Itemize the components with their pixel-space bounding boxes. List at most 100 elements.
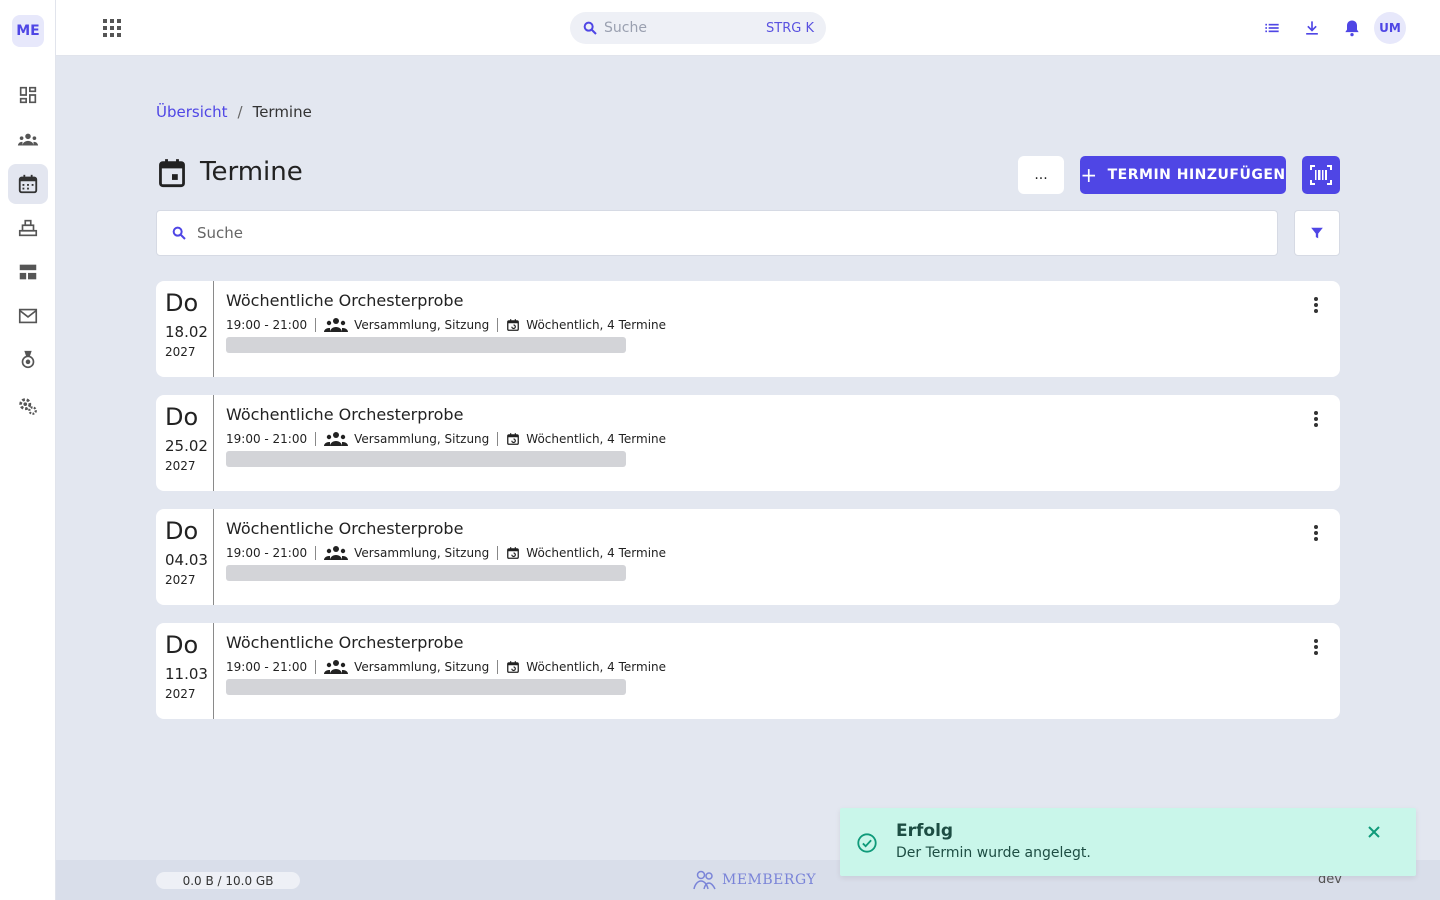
brand-name: MEMBERGY	[722, 872, 817, 888]
check-circle-icon	[857, 833, 877, 853]
table-icon	[19, 264, 37, 280]
event-title: Wöchentliche Orchesterprobe	[226, 291, 464, 310]
sidebar-item-members[interactable]	[8, 120, 48, 160]
event-menu-button[interactable]	[1304, 635, 1328, 659]
recurring-calendar-icon	[507, 547, 520, 559]
medal-icon	[21, 350, 35, 369]
event-description-placeholder	[226, 679, 626, 695]
event-date: 18.02	[165, 323, 208, 341]
group-icon	[324, 546, 349, 560]
event-date: 25.02	[165, 437, 208, 455]
group-icon	[324, 660, 349, 674]
breadcrumb: Übersicht / Termine	[156, 103, 312, 121]
more-vert-icon	[1314, 639, 1318, 655]
bell-icon[interactable]	[1342, 18, 1362, 38]
event-meta: 19:00 - 21:00 Versammlung, Sitzung Wöche…	[226, 659, 666, 675]
event-search-input[interactable]: Suche	[156, 210, 1278, 256]
meta-divider	[497, 660, 499, 674]
dashboard-icon	[19, 86, 37, 104]
event-type: Versammlung, Sitzung	[354, 546, 490, 560]
brand-logo: MEMBERGY	[692, 869, 816, 891]
more-vert-icon	[1314, 525, 1318, 541]
meta-divider	[315, 432, 317, 446]
sidebar-item-events[interactable]	[8, 164, 48, 204]
event-time: 19:00 - 21:00	[226, 318, 308, 332]
event-year: 2027	[165, 573, 196, 587]
meta-divider	[497, 546, 499, 560]
event-search-placeholder: Suche	[197, 224, 244, 242]
event-type: Versammlung, Sitzung	[354, 432, 490, 446]
filter-icon	[1311, 227, 1323, 239]
event-date: 04.03	[165, 551, 208, 569]
mail-icon	[18, 308, 38, 324]
group-icon	[324, 318, 349, 332]
event-weekday: Do	[165, 403, 199, 431]
toast-close-button[interactable]	[1362, 820, 1386, 844]
meta-divider	[315, 546, 317, 560]
toast-title: Erfolg	[896, 821, 954, 841]
meta-divider	[497, 432, 499, 446]
meta-divider	[315, 318, 317, 332]
barcode-scan-button[interactable]	[1302, 156, 1340, 194]
event-title: Wöchentliche Orchesterprobe	[226, 633, 464, 652]
event-recurrence: Wöchentlich, 4 Termine	[526, 432, 667, 446]
storage-usage: 0.0 B / 10.0 GB	[156, 872, 300, 889]
event-meta: 19:00 - 21:00 Versammlung, Sitzung Wöche…	[226, 545, 666, 561]
event-type: Versammlung, Sitzung	[354, 660, 490, 674]
event-recurrence: Wöchentlich, 4 Termine	[526, 318, 667, 332]
sidebar-item-dashboard[interactable]	[8, 75, 48, 115]
event-card[interactable]: Do 18.02 2027 Wöchentliche Orchesterprob…	[156, 281, 1340, 377]
add-event-button[interactable]: + TERMIN HINZUFÜGEN	[1080, 156, 1286, 194]
event-time: 19:00 - 21:00	[226, 432, 308, 446]
sidebar-item-inventory[interactable]	[8, 208, 48, 248]
event-menu-button[interactable]	[1304, 407, 1328, 431]
calendar-icon	[18, 174, 38, 194]
recurring-calendar-icon	[507, 661, 520, 673]
event-card[interactable]: Do 11.03 2027 Wöchentliche Orchesterprob…	[156, 623, 1340, 719]
event-year: 2027	[165, 687, 196, 701]
event-menu-button[interactable]	[1304, 521, 1328, 545]
user-avatar[interactable]: UM	[1374, 12, 1406, 44]
search-icon	[172, 226, 186, 240]
breadcrumb-separator: /	[237, 103, 243, 121]
list-icon[interactable]	[1262, 18, 1282, 38]
sidebar-item-awards[interactable]	[8, 340, 48, 380]
calendar-event-icon	[159, 159, 185, 188]
event-menu-button[interactable]	[1304, 293, 1328, 317]
global-search[interactable]: Suche STRG K	[570, 12, 826, 44]
breadcrumb-current: Termine	[252, 103, 312, 121]
event-card[interactable]: Do 25.02 2027 Wöchentliche Orchesterprob…	[156, 395, 1340, 491]
group-icon	[324, 432, 349, 446]
event-card[interactable]: Do 04.03 2027 Wöchentliche Orchesterprob…	[156, 509, 1340, 605]
success-toast: Erfolg Der Termin wurde angelegt.	[840, 808, 1416, 876]
recurring-calendar-icon	[507, 319, 520, 331]
event-recurrence: Wöchentlich, 4 Termine	[526, 660, 667, 674]
inventory-icon	[18, 219, 38, 237]
download-icon[interactable]	[1302, 18, 1322, 38]
membergy-logo-icon	[693, 870, 716, 890]
event-weekday: Do	[165, 631, 199, 659]
recurring-calendar-icon	[507, 433, 520, 445]
breadcrumb-home-link[interactable]: Übersicht	[156, 103, 228, 121]
app-logo[interactable]: ME	[12, 15, 44, 47]
apps-grid-icon[interactable]	[100, 16, 124, 40]
event-title: Wöchentliche Orchesterprobe	[226, 519, 464, 538]
event-weekday: Do	[165, 517, 199, 545]
event-weekday: Do	[165, 289, 199, 317]
sidebar-item-settings[interactable]	[8, 386, 48, 426]
search-shortcut: STRG K	[766, 20, 814, 36]
more-actions-button[interactable]: ...	[1018, 156, 1064, 194]
event-description-placeholder	[226, 565, 626, 581]
search-icon	[583, 21, 597, 35]
event-date: 11.03	[165, 665, 208, 683]
filter-button[interactable]	[1294, 210, 1340, 256]
event-description-placeholder	[226, 451, 626, 467]
event-recurrence: Wöchentlich, 4 Termine	[526, 546, 667, 560]
meta-divider	[315, 660, 317, 674]
sidebar-item-mail[interactable]	[8, 296, 48, 336]
settings-icon	[19, 398, 37, 415]
event-description-placeholder	[226, 337, 626, 353]
meta-divider	[497, 318, 499, 332]
add-event-label: TERMIN HINZUFÜGEN	[1107, 167, 1286, 183]
sidebar-item-layout[interactable]	[8, 252, 48, 292]
